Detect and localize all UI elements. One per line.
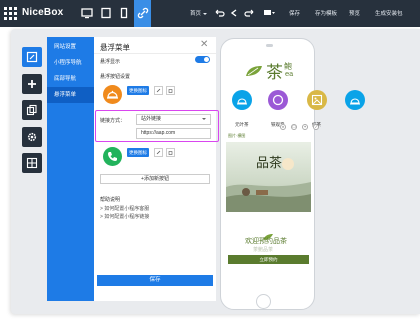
- tablet-icon[interactable]: [99, 6, 113, 20]
- copy-page-tool[interactable]: [22, 100, 42, 120]
- delete-icon-2[interactable]: [166, 148, 175, 157]
- panel-save-button[interactable]: 保存: [97, 275, 213, 286]
- change-icon-button-2[interactable]: 更换图标: [127, 148, 149, 157]
- phone-icon: [103, 147, 122, 166]
- ctrl-delete-icon[interactable]: ×: [280, 124, 286, 130]
- display-dropdown-icon[interactable]: [262, 6, 276, 20]
- floating-menu-panel: 悬浮菜单 ✕ 悬浮显示 悬浮按钮设置 更换图标 链接方式： 站外链接 https…: [94, 37, 216, 301]
- redo-icon[interactable]: [243, 6, 257, 20]
- ctrl-edit-icon[interactable]: /: [313, 124, 319, 130]
- ctrl-add-icon[interactable]: +: [302, 124, 308, 130]
- divider: [94, 53, 216, 54]
- service-bell-icon: [103, 85, 122, 104]
- preview-logo-text: 茶: [266, 63, 283, 83]
- menu-item-lvcha[interactable]: [345, 90, 365, 110]
- image-tag-label: 图片·横图: [228, 133, 246, 138]
- phone-speaker: [266, 44, 273, 47]
- link-edit-icon-2[interactable]: [154, 148, 163, 157]
- save-button[interactable]: 保存: [289, 9, 300, 17]
- leaf-logo-icon: [244, 64, 264, 83]
- add-button[interactable]: +添加新按钮: [100, 174, 210, 184]
- menu-item-tieguanyin[interactable]: [268, 90, 288, 110]
- save-template-button[interactable]: 存为模板: [315, 9, 337, 17]
- edit-page-tool[interactable]: [22, 47, 42, 67]
- preview-logo-ea: ea: [285, 70, 294, 78]
- ctrl-copy-icon[interactable]: □: [291, 124, 297, 130]
- show-floating-label: 悬浮显示: [100, 59, 121, 65]
- apps-grid-icon[interactable]: [4, 7, 17, 20]
- help-link-miniapp-link[interactable]: > 如何配置小程序链接: [100, 213, 149, 220]
- close-icon[interactable]: ✕: [200, 39, 208, 50]
- link-icon[interactable]: [136, 6, 150, 20]
- back-icon[interactable]: [227, 6, 241, 20]
- generate-package-button[interactable]: 生成安装包: [375, 9, 403, 17]
- help-link-customer-service[interactable]: > 如何配置小程序客服: [100, 205, 149, 212]
- nav-item-bottom-nav[interactable]: 底部导航: [47, 71, 94, 87]
- link-settings-highlight: [95, 110, 219, 142]
- button-settings-label: 悬浮按钮设置: [100, 74, 131, 80]
- phone-home-button: [256, 294, 271, 309]
- menu-label-yuanye: 元叶茶: [235, 122, 249, 127]
- link-edit-icon[interactable]: [154, 86, 163, 95]
- top-bar: NiceBox 首页 保存 存为模板 预览 生成安装包: [0, 0, 420, 27]
- show-floating-toggle[interactable]: [195, 56, 210, 63]
- desktop-icon[interactable]: [80, 6, 94, 20]
- reserve-button[interactable]: 立即预约: [228, 255, 309, 264]
- welcome-sub: 茶鲍品茶: [253, 247, 274, 253]
- undo-icon[interactable]: [212, 6, 226, 20]
- page-dropdown[interactable]: 首页: [190, 9, 208, 17]
- delete-icon[interactable]: [166, 86, 175, 95]
- nav-item-site-settings[interactable]: 网站设置: [47, 39, 94, 55]
- layout-tool[interactable]: [22, 153, 42, 173]
- help-title: 帮助说明: [100, 197, 121, 203]
- preview-button[interactable]: 预览: [349, 9, 360, 17]
- panel-title: 悬浮菜单: [100, 43, 130, 52]
- nav-item-miniapp-nav[interactable]: 小程序导航: [47, 55, 94, 71]
- nav-item-floating-menu[interactable]: 悬浮菜单: [47, 87, 94, 103]
- settings-gear-icon[interactable]: [22, 127, 42, 147]
- menu-item-hongcha[interactable]: [307, 90, 327, 110]
- welcome-text: 欢迎预约品茶: [245, 238, 287, 245]
- brand-logo: NiceBox: [22, 7, 64, 18]
- mobile-icon[interactable]: [117, 6, 131, 20]
- change-icon-button[interactable]: 更换图标: [127, 86, 149, 95]
- banner-title: 品茶: [256, 156, 283, 171]
- menu-item-yuanye[interactable]: [232, 90, 252, 110]
- settings-nav: 网站设置 小程序导航 底部导航 悬浮菜单: [47, 37, 94, 301]
- add-tool[interactable]: [22, 74, 42, 94]
